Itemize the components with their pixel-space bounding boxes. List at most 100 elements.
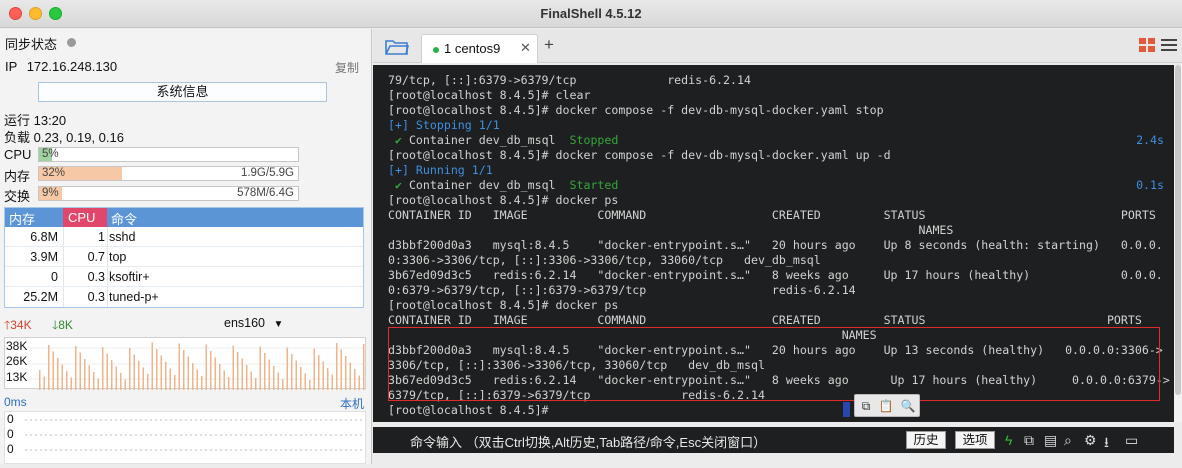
search-icon[interactable]: 🔍 — [900, 399, 916, 413]
net-graph-bar — [165, 362, 167, 390]
latency-host-label[interactable]: 本机 — [340, 395, 364, 412]
net-graph-bar — [313, 348, 315, 390]
proc-cmd: tuned-p+ — [109, 290, 159, 304]
options-button[interactable]: 选项 — [955, 431, 995, 449]
net-graph-bar — [291, 354, 293, 390]
net-graph-bar — [354, 369, 356, 390]
col-mem-header[interactable]: 内存 — [9, 209, 35, 228]
net-graph-bar — [97, 378, 99, 390]
check-icon: ✔ — [388, 178, 409, 192]
terminal-line: [root@localhost 8.4.5]# docker ps — [388, 193, 619, 207]
terminal-output[interactable]: 79/tcp, [::]:6379->6379/tcp redis-6.2.14… — [373, 65, 1174, 422]
terminal-line: ✔ Container dev_db_msql Started 0.1s — [388, 178, 1164, 192]
sync-status-icon — [67, 38, 76, 47]
history-button[interactable]: 历史 — [906, 431, 946, 449]
sync-status-label: 同步状态 — [5, 37, 58, 52]
system-info-button[interactable]: 系统信息 — [38, 82, 327, 102]
process-row[interactable]: 6.8M 1 sshd — [5, 227, 363, 247]
net-graph-bar — [336, 343, 338, 390]
lightning-icon[interactable]: ϟ — [1005, 432, 1012, 448]
ip-prefix: IP — [5, 59, 18, 74]
net-graph-bar — [52, 351, 54, 390]
net-scale-1: 38K — [6, 339, 28, 353]
net-graph-bar — [147, 374, 149, 390]
net-graph-bar — [142, 367, 144, 390]
left-panel: 同步状态 IP 172.16.248.130 复制 系统信息 运行 13:20 … — [0, 29, 372, 464]
add-tab-button[interactable]: + — [544, 35, 554, 55]
net-graph-bar — [79, 352, 81, 390]
gear-icon[interactable]: ⚙ — [1084, 432, 1097, 449]
net-graph-bar — [178, 343, 180, 390]
ip-address: 172.16.248.130 — [26, 59, 118, 74]
net-graph-bar — [205, 344, 207, 390]
iface-value: ens160 — [224, 316, 266, 330]
load-text: 负载 0.23, 0.19, 0.16 — [4, 130, 124, 145]
proc-mem: 3.9M — [30, 250, 58, 264]
command-input-hint[interactable]: 命令输入 （双击Ctrl切换,Alt历史,Tab路径/命令,Esc关闭窗口） — [410, 432, 766, 451]
net-graph-bar — [309, 380, 311, 390]
process-row[interactable]: 25.2M 0.3 tuned-p+ — [5, 287, 363, 307]
command-input-bar[interactable]: 命令输入 （双击Ctrl切换,Alt历史,Tab路径/命令,Esc关闭窗口） 历… — [373, 427, 1174, 453]
net-graph-bar — [66, 371, 68, 390]
process-row[interactable]: 3.9M 0.7 top — [5, 247, 363, 267]
network-graph-svg — [5, 342, 367, 390]
net-graph-bar — [70, 377, 72, 390]
paste-icon[interactable]: 📋 — [878, 399, 894, 413]
scrollbar-thumb[interactable] — [1175, 65, 1181, 395]
copy-icon[interactable]: ⧉ — [1024, 432, 1034, 449]
process-row[interactable]: 0 0.3 ksoftir+ — [5, 267, 363, 287]
tab-centos9[interactable]: 1 centos9 ✕ — [421, 34, 538, 63]
net-graph-bar — [304, 373, 306, 390]
col-cmd-header[interactable]: 命令 — [111, 209, 137, 228]
menu-icon[interactable] — [1161, 39, 1177, 52]
col-cpu-header[interactable]: CPU — [63, 208, 107, 227]
folder-icon[interactable] — [385, 38, 409, 55]
net-graph-bar — [255, 378, 257, 390]
net-graph-bar — [232, 345, 234, 390]
net-graph-bar — [223, 370, 225, 390]
net-down: 🡓8K — [52, 316, 73, 337]
terminal-area: 1 centos9 ✕ + 79/tcp, [::]:6379->6379/tc… — [373, 29, 1182, 464]
terminal-line: CONTAINER ID IMAGE COMMAND CREATED STATU… — [388, 313, 1142, 327]
net-down-value: 8K — [58, 318, 73, 332]
net-graph-bar — [106, 353, 108, 390]
iface-select[interactable]: ens160 ▼ — [224, 316, 283, 330]
net-graph-bar — [268, 359, 270, 390]
paste-icon[interactable]: ▤ — [1044, 432, 1057, 449]
status-word: Started — [569, 178, 619, 192]
terminal-mini-toolbar: ⧉ 📋 🔍 — [854, 394, 920, 417]
latency-graph: 0 0 0 — [4, 411, 366, 464]
close-tab-icon[interactable]: ✕ — [520, 40, 531, 56]
proc-cmd: sshd — [109, 230, 136, 244]
copy-icon[interactable]: ⧉ — [858, 399, 874, 413]
latency-value: 0 — [7, 427, 14, 441]
net-graph-bar — [111, 360, 113, 390]
terminal-line: d3bbf200d0a3 mysql:8.4.5 "docker-entrypo… — [388, 238, 1163, 252]
terminal-line: 79/tcp, [::]:6379->6379/tcp redis-6.2.14 — [388, 73, 751, 87]
search-icon[interactable]: ⌕ — [1064, 432, 1072, 449]
maximize-icon[interactable]: ▭ — [1125, 432, 1138, 449]
highlight-box — [388, 327, 1160, 401]
net-graph-bar — [246, 365, 248, 390]
swap-bar: 9% 578M/6.4G — [38, 186, 299, 201]
layout-grid-icon[interactable] — [1139, 38, 1155, 52]
terminal-scrollbar[interactable] — [1174, 65, 1182, 422]
swap-percent: 9% — [42, 187, 59, 199]
net-graph-bar — [273, 366, 275, 390]
terminal-line: [root@localhost 8.4.5]# clear — [388, 88, 591, 102]
copy-ip-button[interactable]: 复制 — [335, 59, 359, 76]
latency-value: 0 — [7, 442, 14, 456]
net-graph-bar — [124, 379, 126, 390]
net-scale-2: 26K — [6, 354, 28, 368]
net-graph-bar — [264, 353, 266, 390]
net-graph-bar — [174, 375, 176, 390]
net-graph-bar — [345, 356, 347, 390]
terminal-line: CONTAINER ID IMAGE COMMAND CREATED STATU… — [388, 208, 1156, 222]
proc-cmd: ksoftir+ — [109, 270, 150, 284]
net-graph-bar — [169, 368, 171, 390]
net-graph-bar — [61, 364, 63, 390]
download-icon[interactable]: ⭳ — [1104, 432, 1109, 456]
net-graph-bar — [196, 369, 198, 390]
tab-label: 1 centos9 — [444, 41, 501, 56]
mem-percent: 32% — [42, 167, 66, 179]
